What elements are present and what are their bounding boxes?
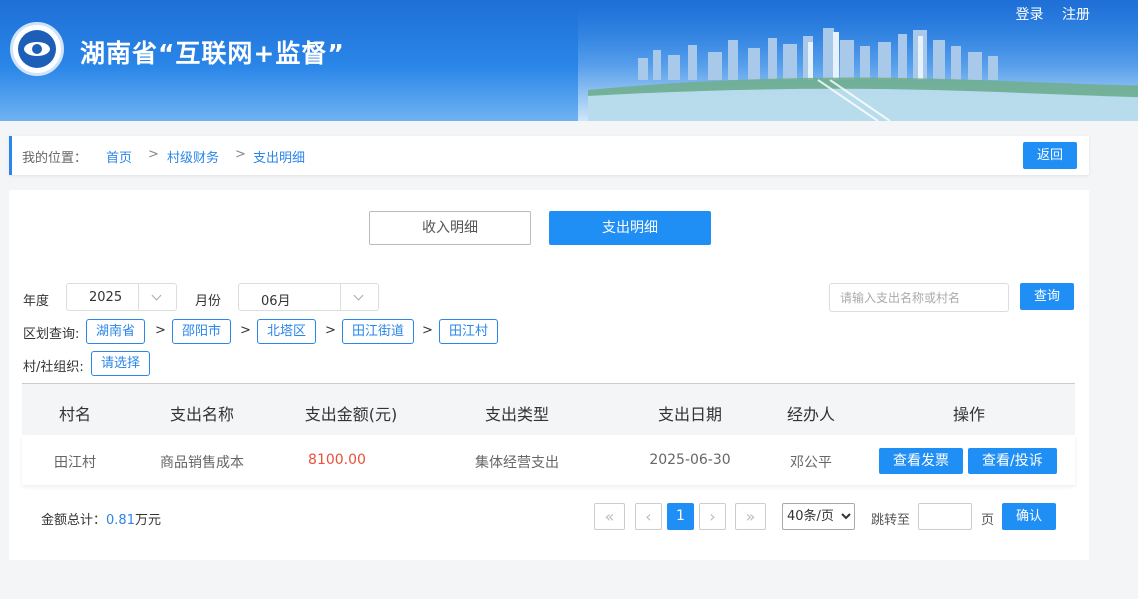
breadcrumb-separator: >	[235, 147, 246, 162]
breadcrumb-separator: >	[148, 147, 159, 162]
page-size-select[interactable]: 40条/页	[782, 503, 855, 530]
total-value: 0.81	[106, 513, 135, 528]
cell-amount: 8100.00	[308, 452, 366, 468]
column-header: 经办人	[786, 405, 836, 424]
site-title: 湖南省“互联网+监督”	[80, 39, 345, 68]
amount-total: 金额总计：0.81万元	[41, 509, 161, 528]
confirm-button[interactable]: 确认	[1002, 503, 1056, 530]
org-label: 村/社组织:	[23, 360, 84, 375]
cell-handler: 邓公平	[790, 455, 832, 471]
chevron-down-icon	[138, 284, 176, 310]
region-district[interactable]: 北塔区	[257, 319, 317, 344]
expense-table: 村名 支出名称 支出金额(元) 支出类型 支出日期 经办人 操作 田江村 商品销…	[22, 383, 1075, 485]
region-separator: >	[155, 323, 166, 338]
region-separator: >	[240, 323, 251, 338]
chevron-down-icon	[340, 284, 378, 310]
query-button[interactable]: 查询	[1020, 283, 1074, 310]
breadcrumb-home[interactable]: 首页	[106, 147, 132, 166]
main-panel: 收入明细 支出明细 年度 2025 月份 06月 查询 区划查询: 湖南省 > …	[9, 190, 1089, 560]
jump-page-input[interactable]	[918, 503, 972, 530]
last-page-button[interactable]: »	[735, 503, 766, 530]
column-header: 支出金额(元)	[304, 405, 398, 424]
year-label: 年度	[23, 294, 50, 309]
cell-expense-name: 商品销售成本	[160, 455, 244, 471]
region-village[interactable]: 田江村	[439, 319, 499, 344]
region-separator: >	[325, 323, 336, 338]
month-label: 月份	[195, 294, 222, 309]
search-input[interactable]	[829, 283, 1009, 312]
next-page-button[interactable]: ›	[699, 503, 726, 530]
cell-type: 集体经营支出	[475, 455, 559, 471]
breadcrumb: 我的位置： 首页 > 村级财务 > 支出明细 返回	[9, 136, 1089, 175]
org-select-button[interactable]: 请选择	[91, 351, 151, 376]
region-label: 区划查询:	[23, 327, 80, 342]
year-value: 2025	[89, 290, 123, 305]
column-header: 支出类型	[484, 405, 550, 424]
region-city[interactable]: 邵阳市	[172, 319, 232, 344]
column-header: 支出名称	[169, 405, 235, 424]
table-header: 村名 支出名称 支出金额(元) 支出类型 支出日期 经办人 操作	[22, 383, 1075, 435]
cell-village: 田江村	[54, 455, 96, 471]
breadcrumb-label: 我的位置：	[22, 151, 88, 166]
breadcrumb-expense-detail[interactable]: 支出明细	[253, 147, 305, 166]
top-links: 登录 注册	[1002, 4, 1090, 24]
eye-pupil	[32, 44, 42, 54]
table-row: 田江村 商品销售成本 8100.00 集体经营支出 2025-06-30 邓公平…	[22, 435, 1075, 485]
back-button[interactable]: 返回	[1023, 142, 1077, 169]
first-page-button[interactable]: «	[594, 503, 625, 530]
region-street[interactable]: 田江街道	[342, 319, 415, 344]
total-label: 金额总计：	[41, 513, 107, 528]
month-value: 06月	[261, 294, 291, 309]
month-select[interactable]: 06月	[238, 283, 379, 311]
prev-page-button[interactable]: ‹	[635, 503, 662, 530]
column-header: 村名	[58, 405, 92, 424]
site-logo	[10, 22, 64, 76]
page-number-current[interactable]: 1	[667, 503, 694, 530]
total-unit: 万元	[134, 513, 161, 528]
view-complaint-button[interactable]: 查看/投诉	[968, 448, 1057, 474]
register-link[interactable]: 注册	[1062, 7, 1090, 23]
site-header: 湖南省“互联网+监督” 登录 注册	[0, 0, 1138, 121]
login-link[interactable]: 登录	[1016, 7, 1044, 23]
breadcrumb-village-finance[interactable]: 村级财务	[167, 147, 219, 166]
column-header: 操作	[952, 405, 986, 424]
year-select[interactable]: 2025	[66, 283, 177, 311]
tab-income-detail[interactable]: 收入明细	[369, 211, 531, 245]
view-invoice-button[interactable]: 查看发票	[879, 448, 963, 474]
region-province[interactable]: 湖南省	[86, 319, 146, 344]
page-unit-label: 页	[981, 513, 995, 528]
region-separator: >	[422, 323, 433, 338]
jump-label: 跳转至	[871, 513, 911, 528]
tab-expense-detail[interactable]: 支出明细	[549, 211, 711, 245]
column-header: 支出日期	[657, 405, 723, 424]
cell-date: 2025-06-30	[649, 452, 731, 468]
